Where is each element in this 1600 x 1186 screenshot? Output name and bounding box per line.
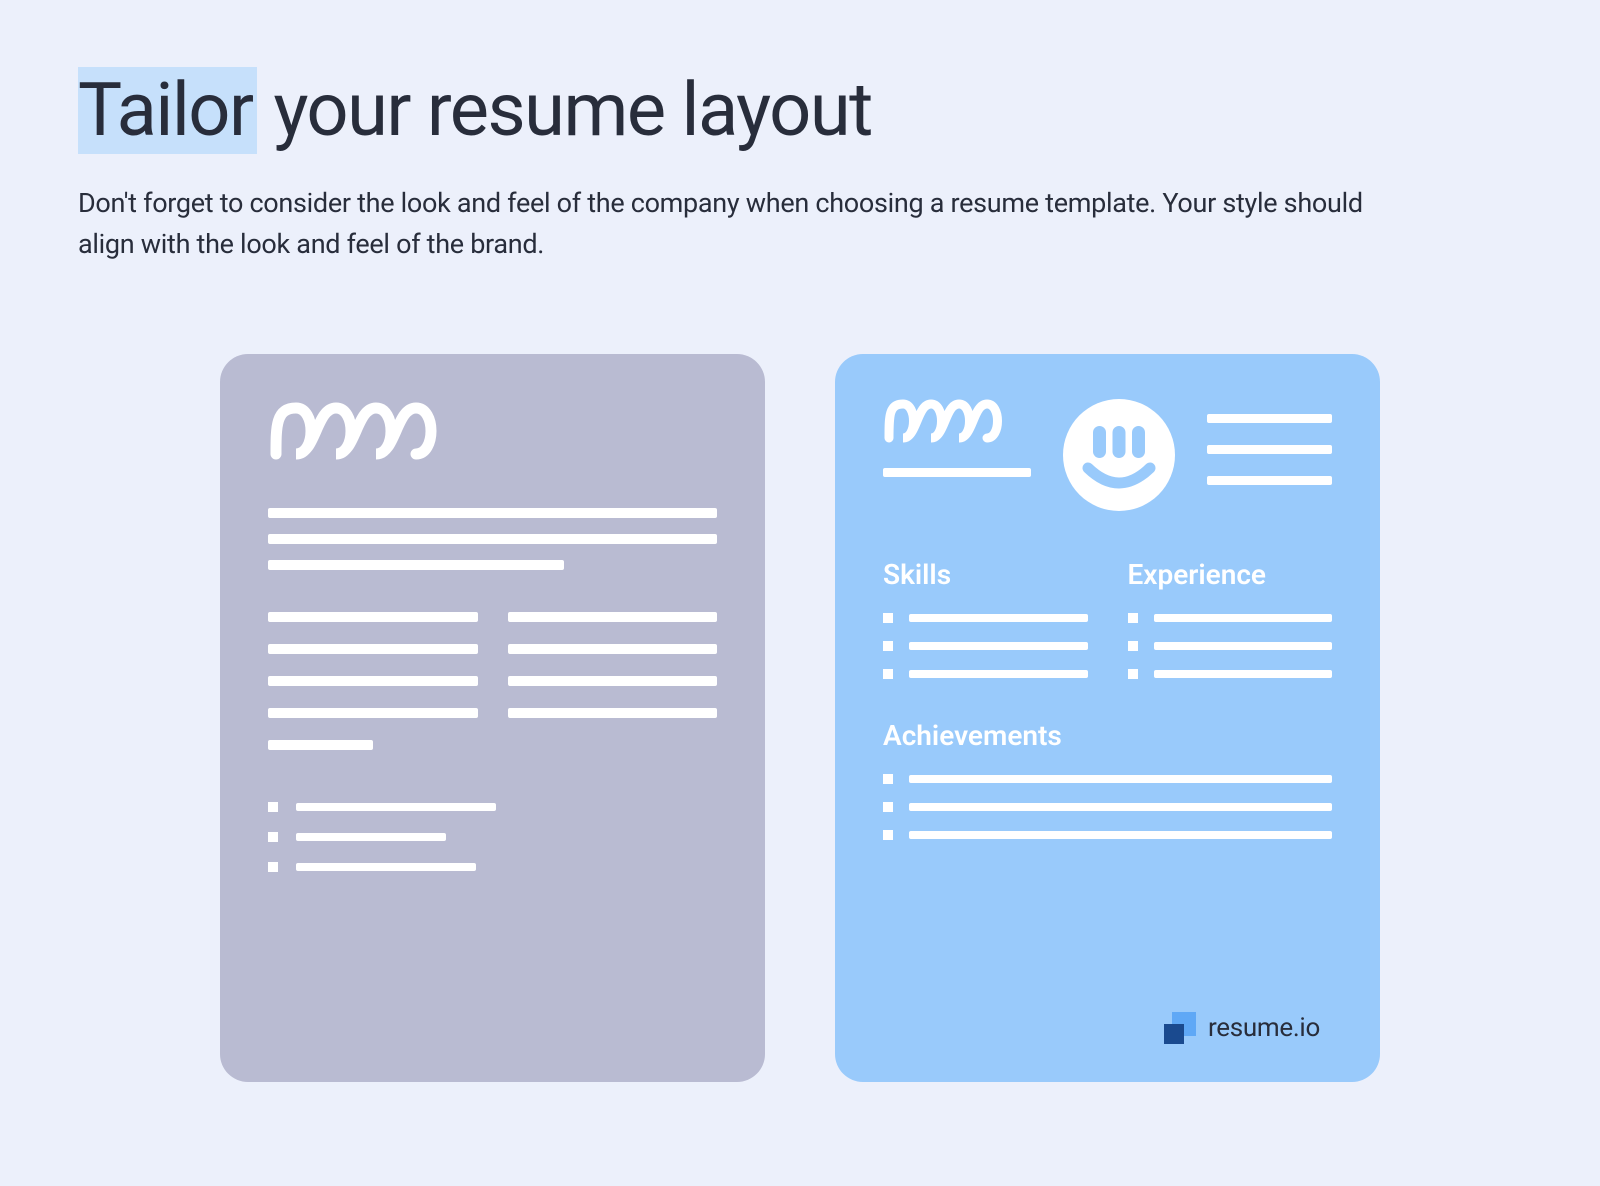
experience-heading: Experience (1128, 558, 1333, 591)
resume-card-plain (220, 354, 765, 1082)
scribble-icon (883, 396, 1028, 446)
grey-paragraph (268, 508, 717, 570)
grey-bullets (268, 802, 717, 872)
page-title: Tailor your resume layout (78, 70, 1522, 151)
scribble-icon (268, 396, 717, 470)
cards-container: Skills Experience Achievements (78, 354, 1522, 1082)
title-highlight: Tailor (78, 67, 257, 154)
blue-columns: Skills Experience (883, 558, 1332, 679)
page-subtitle: Don't forget to consider the look and fe… (78, 183, 1418, 264)
title-rest: your resume layout (257, 67, 872, 154)
achievements-heading: Achievements (883, 719, 1332, 752)
skills-heading: Skills (883, 558, 1088, 591)
brand-name: resume.io (1208, 1013, 1320, 1043)
brand-badge: resume.io (1164, 1012, 1320, 1044)
resume-card-styled: Skills Experience Achievements (835, 354, 1380, 1082)
brand-logo-icon (1164, 1012, 1196, 1044)
achievements-section: Achievements (883, 719, 1332, 840)
grey-columns (268, 612, 717, 750)
smiley-icon (1057, 396, 1181, 514)
blue-header (883, 396, 1332, 514)
